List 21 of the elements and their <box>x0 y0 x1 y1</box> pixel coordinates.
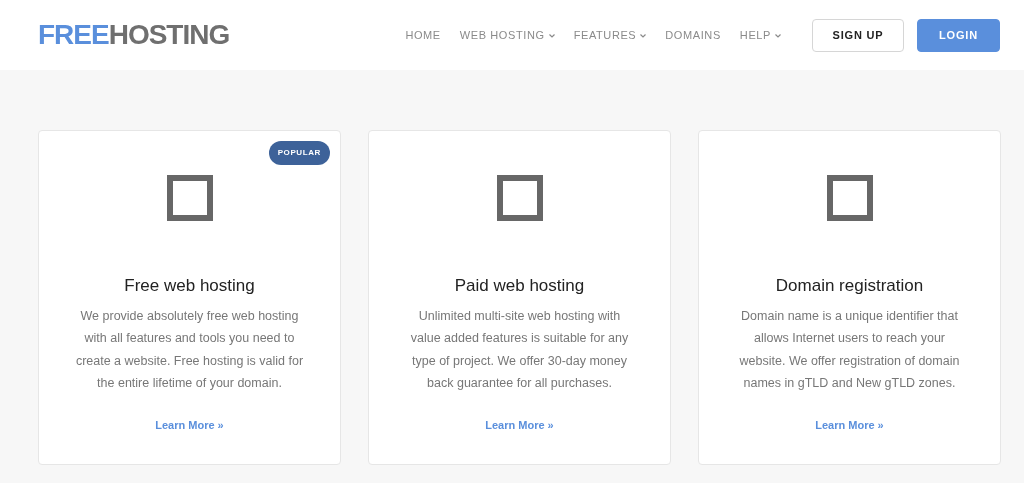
square-icon <box>826 175 873 221</box>
login-button[interactable]: LOGIN <box>917 18 1000 52</box>
nav-link[interactable]: WEB HOSTING <box>459 26 555 44</box>
nav-link[interactable]: HOME <box>405 26 441 44</box>
logo[interactable]: FREEHOSTING <box>38 14 230 56</box>
sign-up-button[interactable]: SIGN UP <box>812 18 904 52</box>
learn-more-link[interactable]: Learn More » <box>155 416 224 433</box>
card-title: Free web hosting <box>123 275 256 297</box>
card-description: Unlimited multi-site web hosting with value added features is suitable for any type of project. We offer 30-day money back guarantee for all purchases. <box>409 307 630 392</box>
learn-more-link[interactable]: Learn More » <box>485 416 554 433</box>
nav-link[interactable]: HELP <box>739 26 781 44</box>
nav-link[interactable]: DOMAINS <box>665 26 721 44</box>
nav-link[interactable]: FEATURES <box>573 26 647 44</box>
square-icon <box>166 175 213 221</box>
card-title: Domain registration <box>774 275 925 297</box>
card-description: We provide absolutely free web hosting with all features and tools you need to create a website. Free hosting is valid for the entire lifetime of your domain. <box>75 307 304 392</box>
card-description: Domain name is a unique identifier that allows Internet users to reach your website. We offer registration of domain names in gTLD and New gTLD zones. <box>738 307 961 392</box>
square-icon <box>496 175 543 221</box>
card-title: Paid web hosting <box>453 275 586 297</box>
learn-more-link[interactable]: Learn More » <box>815 416 884 433</box>
popular-badge: POPULAR <box>268 141 330 165</box>
